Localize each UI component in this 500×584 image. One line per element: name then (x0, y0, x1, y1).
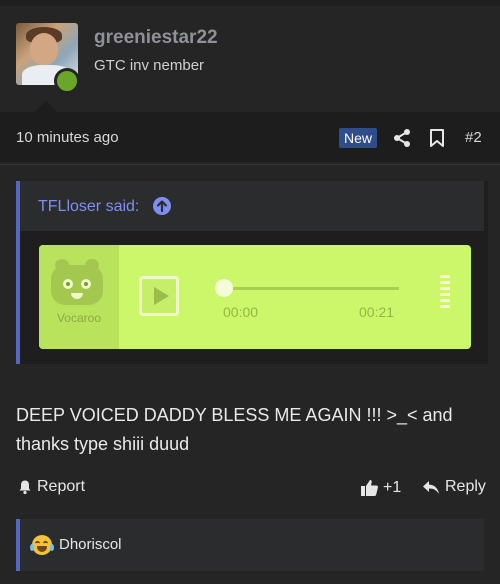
divider (0, 164, 500, 165)
reply-icon (423, 481, 439, 494)
post-timestamp[interactable]: 10 minutes ago (16, 129, 119, 146)
play-button[interactable] (139, 276, 179, 316)
top-edge (0, 0, 500, 6)
post-body: DEEP VOICED DADDY BLESS ME AGAIN !!! >_<… (16, 405, 453, 454)
vocaroo-logo-icon (51, 259, 103, 305)
vocaroo-brand: Vocaroo (56, 311, 102, 325)
reaction-users[interactable]: Dhoriscol (59, 536, 122, 553)
current-time: 00:00 (223, 304, 259, 320)
seek-handle[interactable] (215, 279, 233, 297)
reply-label: Reply (445, 478, 486, 495)
seek-track[interactable] (223, 287, 399, 290)
online-status-dot (54, 68, 80, 94)
arrow-up-circle-icon[interactable] (152, 196, 172, 216)
joy-icon (30, 535, 54, 555)
new-badge: New (339, 128, 378, 148)
avatar-pointer (35, 101, 57, 112)
quote-header: TFLloser said: (20, 181, 484, 231)
user-title: GTC inv nember (94, 57, 205, 74)
like-button[interactable]: +1 (360, 478, 401, 497)
report-label: Report (37, 478, 86, 495)
vocaroo-player: Vocaroo 00:00 00:21 (39, 245, 471, 349)
vocaroo-logo-panel: Vocaroo (39, 245, 119, 349)
reactions-bar[interactable]: Dhoriscol (16, 519, 484, 571)
total-duration: 00:21 (359, 304, 395, 320)
report-button[interactable]: Report (17, 478, 85, 496)
post-number[interactable]: #2 (465, 129, 482, 146)
share-icon[interactable] (392, 128, 412, 148)
username[interactable]: greeniestar22 (94, 27, 218, 49)
volume-icon[interactable] (440, 275, 450, 317)
thumbs-up-icon (361, 480, 378, 496)
quote-block: TFLloser said: Vocaroo 00:00 00:21 (16, 181, 488, 364)
like-count: +1 (383, 478, 402, 496)
bell-icon (19, 480, 31, 495)
bookmark-icon[interactable] (428, 128, 446, 148)
reply-button[interactable]: Reply (422, 478, 486, 496)
quote-author[interactable]: TFLloser said: (38, 198, 139, 216)
